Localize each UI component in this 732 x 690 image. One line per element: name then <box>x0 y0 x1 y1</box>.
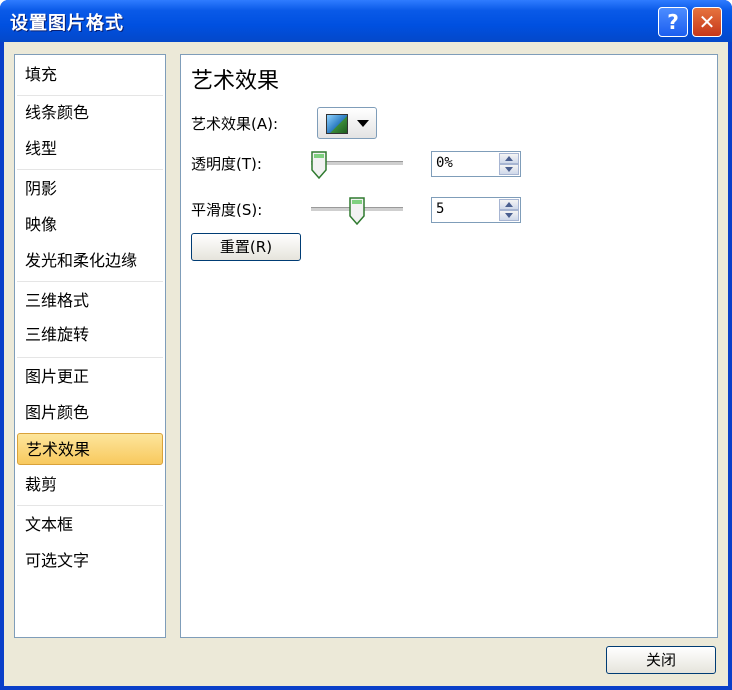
nav-item-line-style[interactable]: 线型 <box>17 133 163 165</box>
smoothness-value[interactable]: 5 <box>436 201 444 217</box>
help-button[interactable]: ? <box>658 7 688 37</box>
close-window-button[interactable]: ✕ <box>692 7 722 37</box>
smoothness-spinbox[interactable]: 5 <box>431 197 521 223</box>
settings-panel: 艺术效果 艺术效果(A): 透明度(T): 0% 平滑度(S): 5 重置(R) <box>180 54 718 638</box>
divider <box>17 505 163 506</box>
divider <box>17 281 163 282</box>
spin-up-button[interactable] <box>499 153 519 164</box>
format-picture-dialog: 设置图片格式 ? ✕ 填充 线条颜色 线型 阴影 映像 发光和柔化边缘 三维格式… <box>0 0 732 690</box>
nav-item-reflection[interactable]: 映像 <box>17 209 163 241</box>
nav-item-picture-color[interactable]: 图片颜色 <box>17 397 163 429</box>
artistic-effect-dropdown[interactable] <box>317 107 377 139</box>
dropdown-arrow-icon <box>357 120 369 127</box>
dialog-body: 填充 线条颜色 线型 阴影 映像 发光和柔化边缘 三维格式 三维旋转 图片更正 … <box>4 42 728 686</box>
spin-down-button[interactable] <box>499 210 519 221</box>
nav-item-alt-text[interactable]: 可选文字 <box>17 545 163 577</box>
spin-down-button[interactable] <box>499 164 519 175</box>
up-arrow-icon <box>505 156 513 161</box>
down-arrow-icon <box>505 213 513 218</box>
dialog-title: 设置图片格式 <box>10 13 124 34</box>
divider <box>17 95 163 96</box>
down-arrow-icon <box>505 167 513 172</box>
nav-item-artistic-effects[interactable]: 艺术效果 <box>17 433 163 465</box>
panel-heading: 艺术效果 <box>191 69 280 94</box>
nav-item-text-box[interactable]: 文本框 <box>17 509 163 541</box>
title-bar[interactable]: 设置图片格式 ? ✕ <box>0 0 732 42</box>
nav-item-picture-corrections[interactable]: 图片更正 <box>17 361 163 393</box>
nav-item-line-color[interactable]: 线条颜色 <box>17 97 163 129</box>
nav-item-shadow[interactable]: 阴影 <box>17 173 163 205</box>
spin-up-button[interactable] <box>499 199 519 210</box>
divider <box>17 169 163 170</box>
transparency-slider-thumb[interactable] <box>311 151 327 179</box>
spin-buttons <box>499 153 519 175</box>
category-list: 填充 线条颜色 线型 阴影 映像 发光和柔化边缘 三维格式 三维旋转 图片更正 … <box>14 54 166 638</box>
nav-item-3d-format[interactable]: 三维格式 <box>17 285 163 317</box>
reset-button[interactable]: 重置(R) <box>191 233 301 261</box>
transparency-spinbox[interactable]: 0% <box>431 151 521 177</box>
picture-thumbnail-icon <box>326 114 348 134</box>
transparency-label: 透明度(T): <box>191 155 262 173</box>
smoothness-slider-thumb[interactable] <box>349 197 365 225</box>
nav-item-glow-soft-edges[interactable]: 发光和柔化边缘 <box>17 245 163 277</box>
transparency-value[interactable]: 0% <box>436 155 453 171</box>
spin-buttons <box>499 199 519 221</box>
nav-item-crop[interactable]: 裁剪 <box>17 469 163 501</box>
artistic-effect-label: 艺术效果(A): <box>191 115 279 133</box>
close-button[interactable]: 关闭 <box>606 646 716 674</box>
up-arrow-icon <box>505 202 513 207</box>
divider <box>17 357 163 358</box>
nav-item-3d-rotation[interactable]: 三维旋转 <box>17 319 163 351</box>
nav-item-fill[interactable]: 填充 <box>17 59 163 91</box>
smoothness-label: 平滑度(S): <box>191 201 263 219</box>
